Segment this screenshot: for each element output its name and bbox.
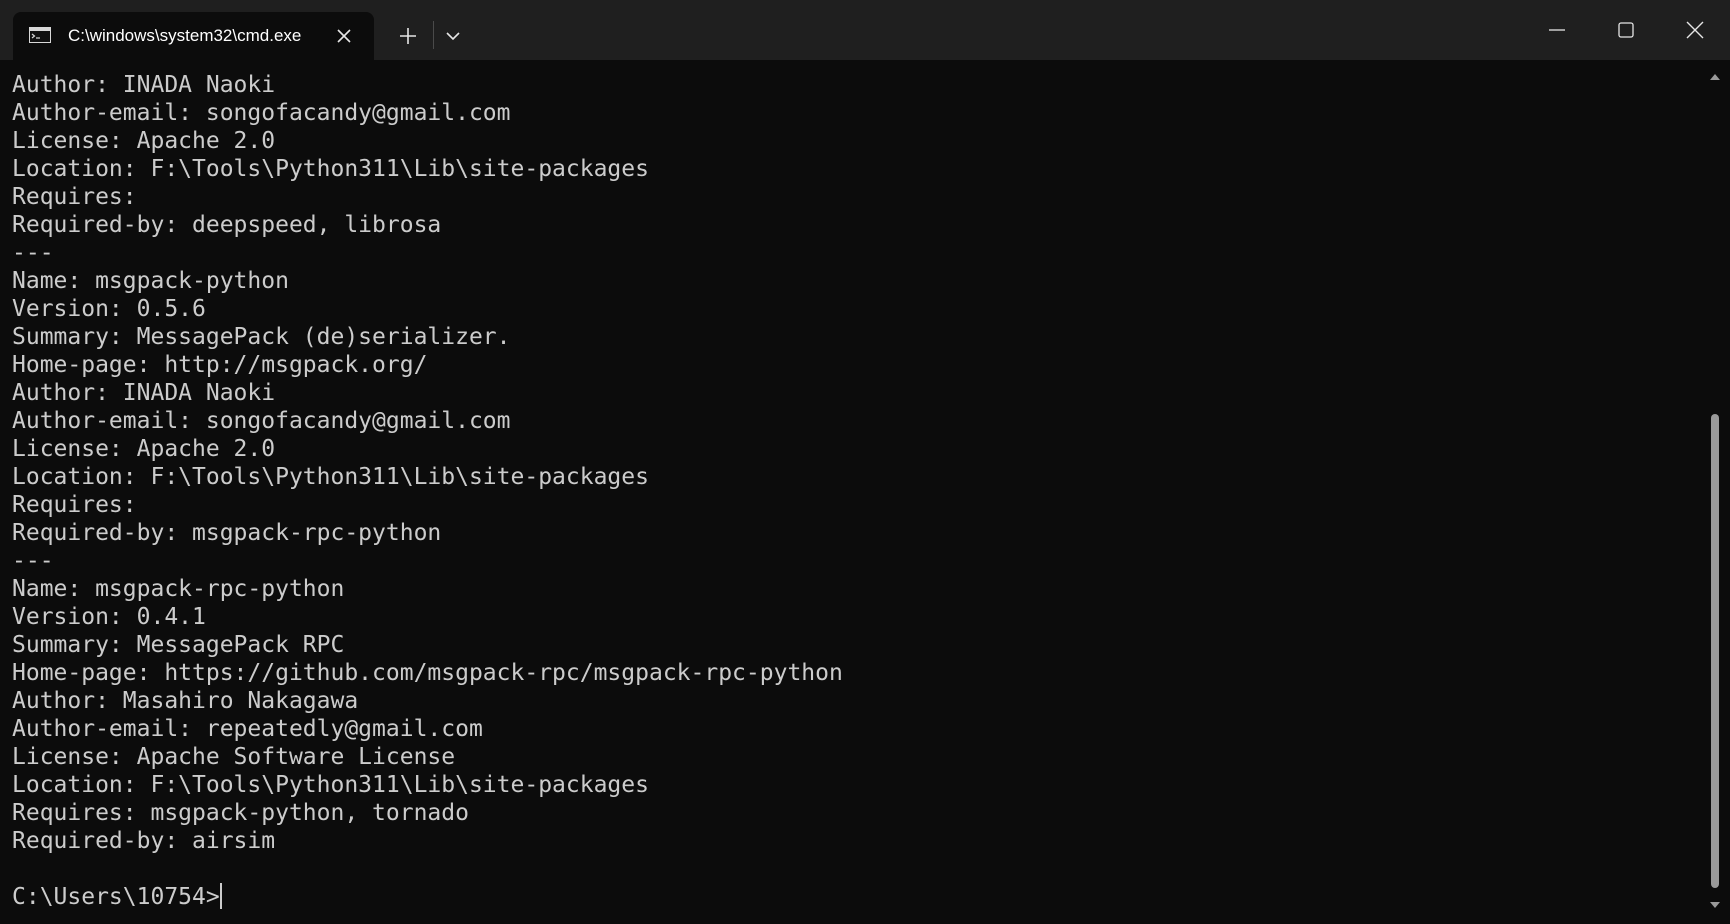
minimize-icon[interactable] — [1522, 0, 1592, 60]
tab-cmd[interactable]: C:\windows\system32\cmd.exe — [13, 12, 374, 60]
prompt-line[interactable]: C:\Users\10754> — [12, 883, 222, 911]
output-line: Name: msgpack-rpc-python — [12, 576, 345, 602]
output-line: Home-page: https://github.com/msgpack-rp… — [12, 660, 843, 686]
output-line: Author: Masahiro Nakagawa — [12, 688, 359, 714]
output-line: Required-by: airsim — [12, 828, 276, 854]
title-bar: C:\windows\system32\cmd.exe — [0, 0, 1730, 60]
output-line: Summary: MessagePack RPC — [12, 632, 345, 658]
output-line: Author: INADA Naoki — [12, 72, 276, 98]
maximize-icon[interactable] — [1591, 0, 1661, 60]
scroll-up-arrow-icon[interactable] — [1709, 69, 1721, 80]
tab-divider — [433, 21, 434, 49]
output-line: Requires: — [12, 492, 137, 518]
output-line: --- — [12, 548, 54, 574]
output-line: Requires: msgpack-python, tornado — [12, 800, 469, 826]
output-line: Version: 0.5.6 — [12, 296, 206, 322]
output-line: License: Apache 2.0 — [12, 128, 276, 154]
terminal-window: C:\windows\system32\cmd.exe Author: INAD… — [0, 0, 1730, 924]
output-line: Author-email: repeatedly@gmail.com — [12, 716, 483, 742]
output-line: Required-by: msgpack-rpc-python — [12, 520, 442, 546]
output-line: Location: F:\Tools\Python311\Lib\site-pa… — [12, 772, 649, 798]
chevron-down-icon[interactable] — [437, 20, 469, 52]
tab-title: C:\windows\system32\cmd.exe — [68, 26, 302, 45]
vertical-scrollbar[interactable] — [1700, 60, 1730, 924]
command-prompt: C:\Users\10754> — [12, 884, 220, 910]
plus-icon[interactable] — [392, 20, 424, 52]
text-cursor — [219, 883, 222, 909]
terminal-icon — [29, 27, 51, 43]
terminal-output[interactable]: Author: INADA Naoki Author-email: songof… — [0, 60, 1700, 924]
output-line: Requires: — [12, 184, 137, 210]
output-line: Author-email: songofacandy@gmail.com — [12, 100, 511, 126]
output-line: Author-email: songofacandy@gmail.com — [12, 408, 511, 434]
output-line: License: Apache 2.0 — [12, 436, 276, 462]
output-line: Location: F:\Tools\Python311\Lib\site-pa… — [12, 156, 649, 182]
output-line: Location: F:\Tools\Python311\Lib\site-pa… — [12, 464, 649, 490]
output-line: Required-by: deepspeed, librosa — [12, 212, 442, 238]
scroll-thumb[interactable] — [1711, 414, 1719, 888]
output-line: Summary: MessagePack (de)serializer. — [12, 324, 511, 350]
output-line: --- — [12, 240, 54, 266]
close-tab-icon[interactable] — [331, 23, 357, 49]
output-line: Name: msgpack-python — [12, 268, 289, 294]
output-line: License: Apache Software License — [12, 744, 456, 770]
output-line: Author: INADA Naoki — [12, 380, 276, 406]
close-icon[interactable] — [1660, 0, 1730, 60]
scroll-down-arrow-icon[interactable] — [1709, 897, 1721, 908]
output-line: Home-page: http://msgpack.org/ — [12, 352, 428, 378]
output-line: Version: 0.4.1 — [12, 604, 206, 630]
